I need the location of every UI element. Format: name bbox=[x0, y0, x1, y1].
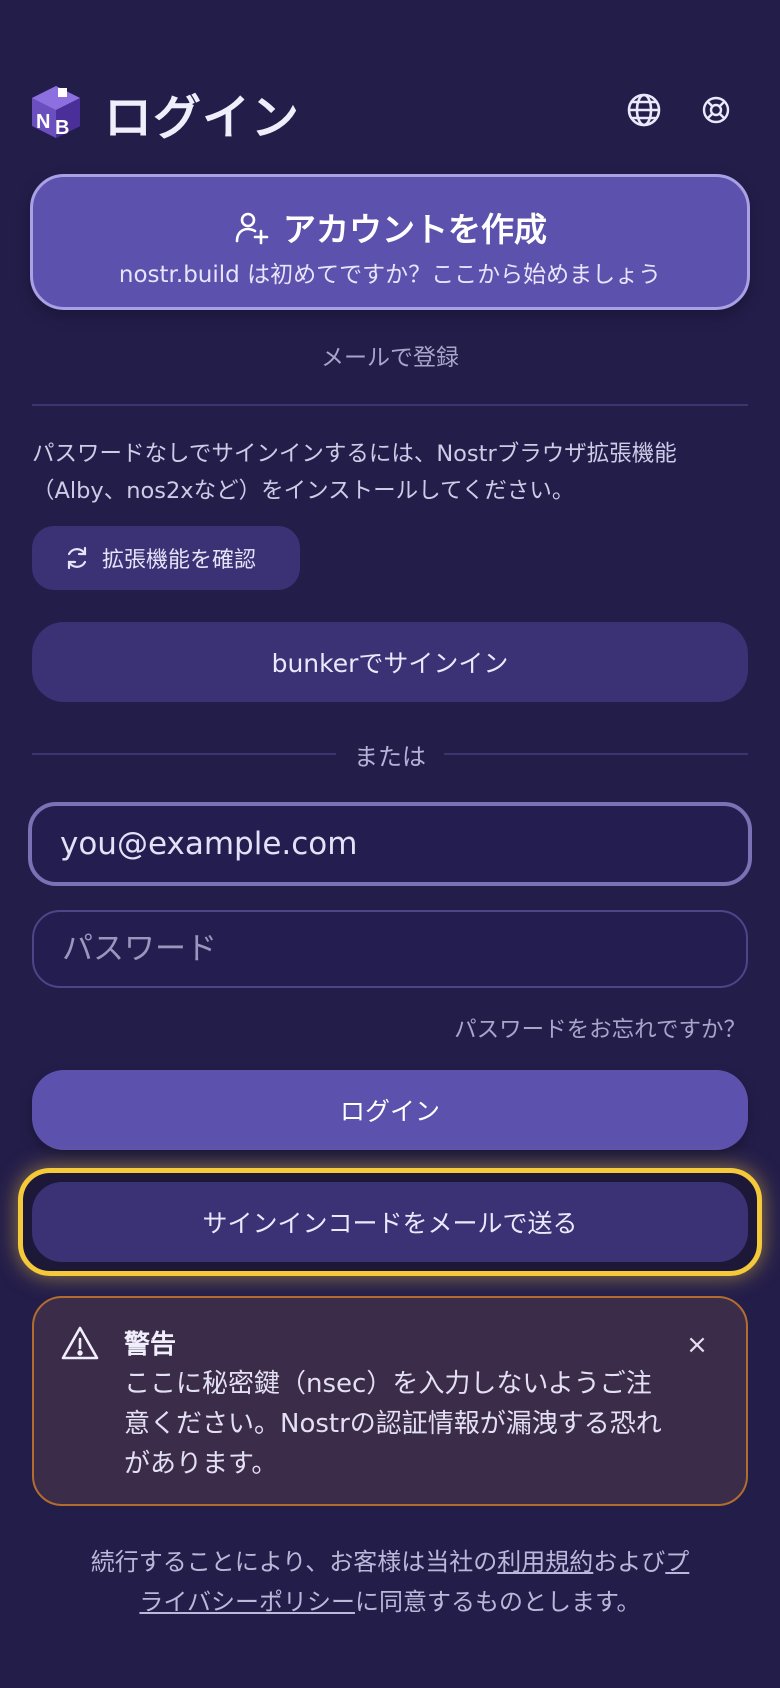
or-label: または bbox=[354, 742, 426, 771]
check-extension-button[interactable]: 拡張機能を確認 bbox=[32, 526, 300, 590]
divider bbox=[32, 404, 748, 406]
terms-prefix: 続行することにより、お客様は当社の bbox=[90, 1548, 498, 1576]
or-line-right bbox=[444, 753, 748, 755]
lifebuoy-icon bbox=[702, 96, 730, 124]
login-page: N B ログイン アカウントを作成 nostr.build は初めてですか？ここ… bbox=[0, 0, 780, 1688]
globe-icon bbox=[627, 93, 661, 127]
terms-notice: 続行することにより、お客様は当社の利用規約およびプライバシーポリシーに同意するも… bbox=[90, 1542, 690, 1622]
email-register-link[interactable]: メールで登録 bbox=[0, 338, 780, 372]
login-button[interactable]: ログイン bbox=[32, 1070, 748, 1150]
send-signin-code-button[interactable]: サインインコードをメールで送る bbox=[32, 1182, 748, 1262]
password-field[interactable] bbox=[32, 910, 748, 988]
or-divider: または bbox=[32, 734, 748, 774]
svg-text:N: N bbox=[36, 111, 50, 133]
terms-middle: および bbox=[593, 1548, 666, 1576]
create-account-title-row: アカウントを作成 bbox=[33, 203, 747, 251]
user-plus-icon bbox=[235, 212, 269, 245]
language-button[interactable] bbox=[624, 90, 664, 130]
email-field[interactable] bbox=[28, 802, 752, 886]
warning-body: ここに秘密鍵（nsec）を入力しないようご注意ください。Nostrの認証情報が漏… bbox=[124, 1369, 662, 1479]
or-line-left bbox=[32, 753, 336, 755]
close-icon[interactable]: × bbox=[680, 1328, 714, 1362]
forgot-password-link[interactable]: パスワードをお忘れですか？ bbox=[454, 1012, 746, 1044]
warning-triangle-icon bbox=[61, 1326, 99, 1360]
create-account-button[interactable]: アカウントを作成 nostr.build は初めてですか？ここから始めましょう bbox=[30, 174, 750, 310]
warning-title: 警告 bbox=[124, 1330, 177, 1360]
extension-notice: パスワードなしでサインインするには、Nostrブラウザ拡張機能（Alby、nos… bbox=[32, 441, 677, 504]
create-account-title: アカウントを作成 bbox=[283, 210, 547, 249]
terms-link[interactable]: 利用規約 bbox=[497, 1548, 593, 1576]
svg-text:B: B bbox=[55, 117, 69, 139]
nb-logo-icon: N B bbox=[32, 86, 80, 139]
warning-alert: 警告 ここに秘密鍵（nsec）を入力しないようご注意ください。Nostrの認証情… bbox=[32, 1296, 748, 1506]
terms-suffix: に同意するものとします。 bbox=[354, 1588, 641, 1616]
refresh-icon bbox=[67, 546, 87, 570]
bunker-signin-button[interactable]: bunkerでサインイン bbox=[32, 622, 748, 702]
create-account-subtitle: nostr.build は初めてですか？ここから始めましょう bbox=[118, 262, 662, 288]
page-title: ログイン bbox=[104, 90, 301, 146]
help-button[interactable] bbox=[696, 90, 736, 130]
check-extension-label: 拡張機能を確認 bbox=[102, 548, 257, 573]
